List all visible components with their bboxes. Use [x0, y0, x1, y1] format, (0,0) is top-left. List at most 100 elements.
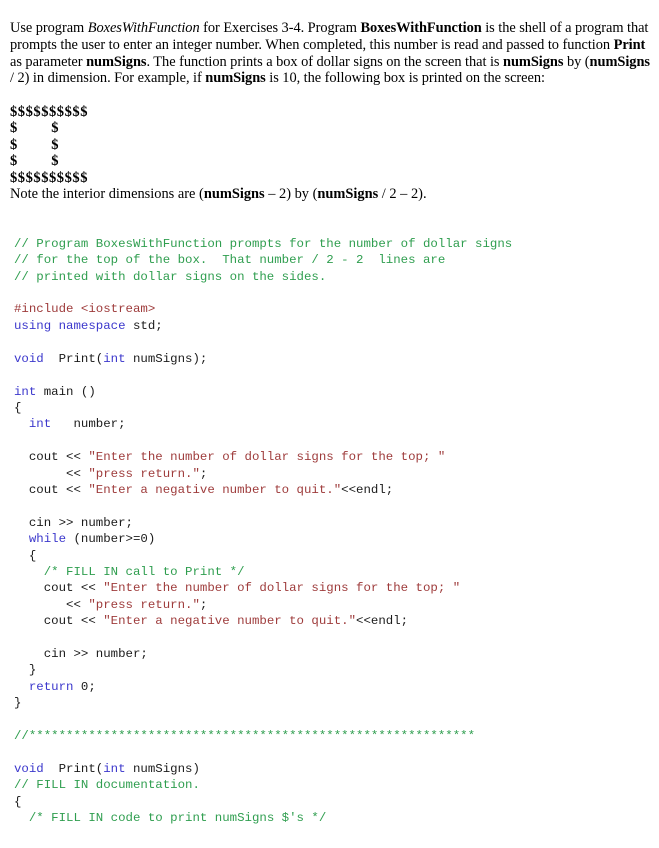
text-run-3: numSigns [317, 186, 379, 203]
cpp-code-listing: // Program BoxesWithFunction prompts for… [14, 236, 651, 827]
code-line: } [14, 695, 651, 711]
sign-box-row: $$$$$$$$$$ [10, 169, 88, 186]
code-line: // for the top of the box. That number /… [14, 252, 651, 268]
code-line: cin >> number; [14, 515, 651, 531]
code-token: { [14, 548, 37, 563]
code-token: std; [125, 318, 163, 333]
code-line: int number; [14, 416, 651, 432]
code-line: cout << "Enter the number of dollar sign… [14, 580, 651, 596]
text-run-8: . The function prints a box of dollar si… [146, 53, 503, 70]
text-run-11: numSigns [589, 53, 650, 70]
code-token: "Enter the number of dollar signs for th… [103, 581, 461, 596]
code-token: //**************************************… [14, 729, 476, 744]
code-line: cout << "Enter a negative number to quit… [14, 482, 651, 498]
sign-box-row: $$$$$$$$$$ [10, 103, 88, 120]
code-token: cout << [14, 450, 89, 465]
code-line: void Print(int numSigns) [14, 761, 651, 777]
code-line: cout << "Enter the number of dollar sign… [14, 449, 651, 465]
code-line: { [14, 548, 651, 564]
code-token: "press return." [88, 597, 200, 612]
code-line: // printed with dollar signs on the side… [14, 269, 651, 285]
code-token: } [14, 663, 37, 678]
code-token: cin >> number; [14, 515, 133, 530]
code-token: { [14, 794, 22, 809]
code-line: /* FILL IN code to print numSigns $'s */ [14, 810, 651, 826]
text-run-2: for Exercises 3-4. Program [199, 20, 361, 37]
code-token: /* FILL IN call to Print */ [43, 564, 245, 579]
code-line: void Print(int numSigns); [14, 351, 651, 367]
text-run-3: BoxesWithFunction [360, 20, 482, 37]
code-token: } [14, 696, 22, 711]
code-line: { [14, 794, 651, 810]
code-token: int [14, 384, 37, 399]
code-token: return [28, 679, 74, 694]
code-token: { [14, 400, 22, 415]
text-run-4: / 2 – 2). [378, 186, 427, 203]
text-run-5: Print [613, 36, 646, 53]
code-token: numSigns); [125, 351, 208, 366]
code-token: while [28, 532, 67, 547]
code-token: ; [199, 597, 208, 612]
dollar-sign-box-example: $$$$$$$$$$ $ $ $ $ $ $ $$$$$$$$$$ [10, 104, 651, 187]
code-token: cout << [14, 482, 89, 497]
code-token: number; [51, 417, 126, 432]
intro-paragraph: Use program BoxesWithFunction for Exerci… [10, 20, 651, 86]
code-token: cin >> number; [14, 647, 148, 662]
code-token: // for the top of the box. That number /… [14, 253, 446, 268]
code-line: cin >> number; [14, 646, 651, 662]
sign-box-row: $ $ [10, 153, 59, 170]
code-line: { [14, 400, 651, 416]
code-token: << [14, 597, 89, 612]
text-run-2: – 2) by ( [264, 186, 318, 203]
code-token: cout << [14, 614, 104, 629]
sign-box-row: $ $ [10, 136, 59, 153]
code-token: // printed with dollar signs on the side… [14, 269, 327, 284]
code-line: using namespace std; [14, 318, 651, 334]
code-token: <<endl; [341, 482, 394, 497]
code-token: (number>=0) [66, 532, 156, 547]
code-line: #include <iostream> [14, 301, 651, 317]
code-line: int main () [14, 384, 651, 400]
code-token: "press return." [88, 466, 200, 481]
code-token: <<endl; [356, 614, 409, 629]
text-run-0: Note the interior dimensions are ( [10, 186, 204, 203]
code-token: int [103, 761, 126, 776]
code-token: int [28, 417, 52, 432]
code-line: //**************************************… [14, 728, 651, 744]
text-run-9: numSigns [503, 53, 564, 70]
code-line: // FILL IN documentation. [14, 777, 651, 793]
code-token: int [103, 351, 126, 366]
text-run-1: numSigns [203, 186, 265, 203]
code-token: "Enter the number of dollar signs for th… [88, 450, 446, 465]
code-token: 0; [73, 679, 96, 694]
code-token: #include <iostream> [14, 302, 156, 317]
text-run-0: Use program [10, 20, 88, 37]
text-run-13: numSigns [205, 70, 266, 87]
code-token: using namespace [14, 318, 126, 333]
code-token: Print( [43, 351, 104, 366]
code-token: << [14, 466, 89, 481]
code-token: Print( [43, 761, 104, 776]
code-token: void [14, 761, 44, 776]
code-token: // FILL IN documentation. [14, 778, 200, 793]
code-token: "Enter a negative number to quit." [88, 482, 342, 497]
code-line: << "press return."; [14, 466, 651, 482]
code-line: } [14, 662, 651, 678]
sign-box-row: $ $ [10, 120, 59, 137]
code-line: cout << "Enter a negative number to quit… [14, 613, 651, 629]
code-token: numSigns) [125, 761, 200, 776]
code-token: "Enter a negative number to quit." [103, 614, 357, 629]
text-run-12: / 2) in dimension. For example, if [10, 70, 206, 87]
code-line: // Program BoxesWithFunction prompts for… [14, 236, 651, 252]
code-line: return 0; [14, 679, 651, 695]
